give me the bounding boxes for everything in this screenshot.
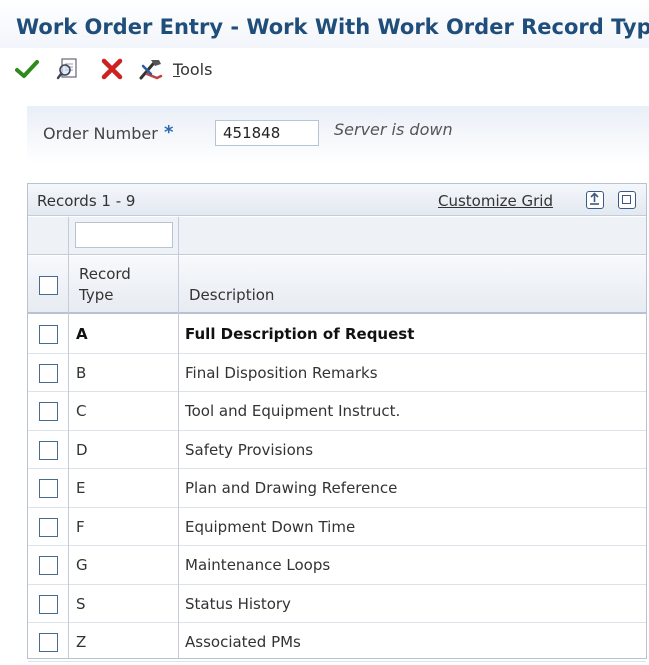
tools-label: ools [180,60,213,79]
record-type-cell: Z [76,633,87,651]
row-checkbox[interactable] [39,402,58,421]
table-row[interactable]: B Final Disposition Remarks [28,354,646,392]
customize-grid-link[interactable]: Customize Grid [438,192,553,210]
record-type-cell: F [76,517,85,536]
description-cell: Maintenance Loops [185,556,331,574]
description-cell: Plan and Drawing Reference [185,479,398,497]
description-cell: Final Disposition Remarks [185,363,378,382]
table-row[interactable]: Z Associated PMs [28,623,646,662]
records-grid: Records 1 - 9 Customize Grid Record Type… [27,183,647,662]
row-checkbox[interactable] [39,594,58,614]
row-checkbox[interactable] [39,517,58,537]
description-cell: Safety Provisions [185,440,314,459]
column-divider [68,217,69,658]
description-cell: Status History [185,594,291,613]
record-type-cell: E [76,479,86,497]
description-cell: Associated PMs [185,633,301,651]
record-type-cell: A [76,325,88,343]
record-type-header-line2: Type [79,286,114,304]
table-row[interactable]: D Safety Provisions [28,431,646,469]
server-status: Server is down [334,120,453,139]
tools-accelerator: T [173,60,181,79]
row-checkbox[interactable] [39,556,58,575]
record-type-cell: B [76,363,87,382]
table-row[interactable]: C Tool and Equipment Instruct. [28,392,646,431]
row-checkbox[interactable] [39,633,58,652]
table-row[interactable]: A Full Description of Request [28,315,646,354]
toolbar [0,48,649,90]
record-type-filter-input[interactable] [75,222,173,248]
record-type-cell: G [76,556,88,574]
row-checkbox[interactable] [39,479,58,498]
row-checkbox[interactable] [39,363,58,383]
record-type-cell: S [76,594,86,613]
find-icon[interactable] [55,56,83,82]
description-column-header[interactable]: Description [189,286,274,304]
tools-menu[interactable]: Tools [173,60,212,79]
maximize-icon[interactable] [618,191,636,209]
checkmark-icon[interactable] [13,56,41,82]
row-checkbox[interactable] [39,325,58,344]
grid-header: Records 1 - 9 Customize Grid [28,184,646,216]
required-marker: * [164,122,174,143]
records-count: Records 1 - 9 [37,192,136,210]
record-type-header-line1: Record [79,265,131,283]
table-row[interactable]: G Maintenance Loops [28,546,646,585]
record-type-column-header[interactable]: Record Type [79,264,131,306]
description-cell: Equipment Down Time [185,517,356,536]
close-x-icon[interactable] [98,56,126,82]
column-divider [178,217,179,658]
order-number-input[interactable] [215,120,319,146]
table-row[interactable]: S Status History [28,585,646,623]
select-all-checkbox[interactable] [39,276,58,295]
record-type-cell: C [76,402,87,420]
table-row[interactable]: E Plan and Drawing Reference [28,469,646,508]
row-checkbox[interactable] [39,440,58,460]
description-cell: Full Description of Request [185,325,415,343]
order-number-label: Order Number [43,124,158,143]
tools-icon[interactable] [137,56,165,82]
record-type-cell: D [76,440,88,459]
query-by-example-row [28,217,646,255]
column-headers: Record Type Description [28,256,646,314]
export-icon[interactable] [586,191,604,209]
table-row[interactable]: F Equipment Down Time [28,508,646,546]
window-title: Work Order Entry - Work With Work Order … [16,15,649,39]
title-bar: Work Order Entry - Work With Work Order … [0,0,649,48]
description-cell: Tool and Equipment Instruct. [185,402,401,420]
